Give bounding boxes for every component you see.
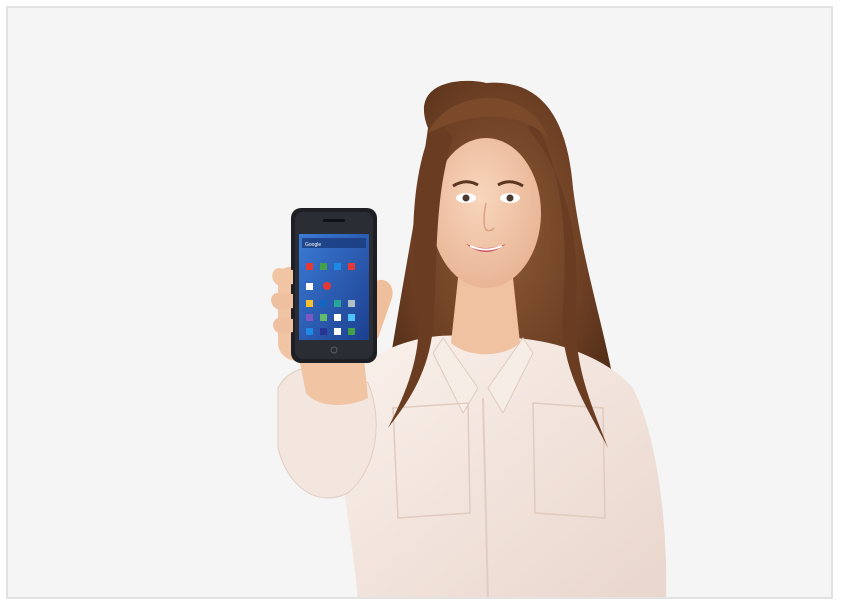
face: [431, 138, 541, 288]
google-search-widget-label: Google: [305, 242, 321, 248]
photo-frame: Google: [6, 6, 833, 599]
neck: [451, 278, 520, 355]
photo-scene: Google: [271, 80, 667, 597]
fingers: [272, 268, 293, 286]
smartphone: Google: [291, 208, 377, 363]
